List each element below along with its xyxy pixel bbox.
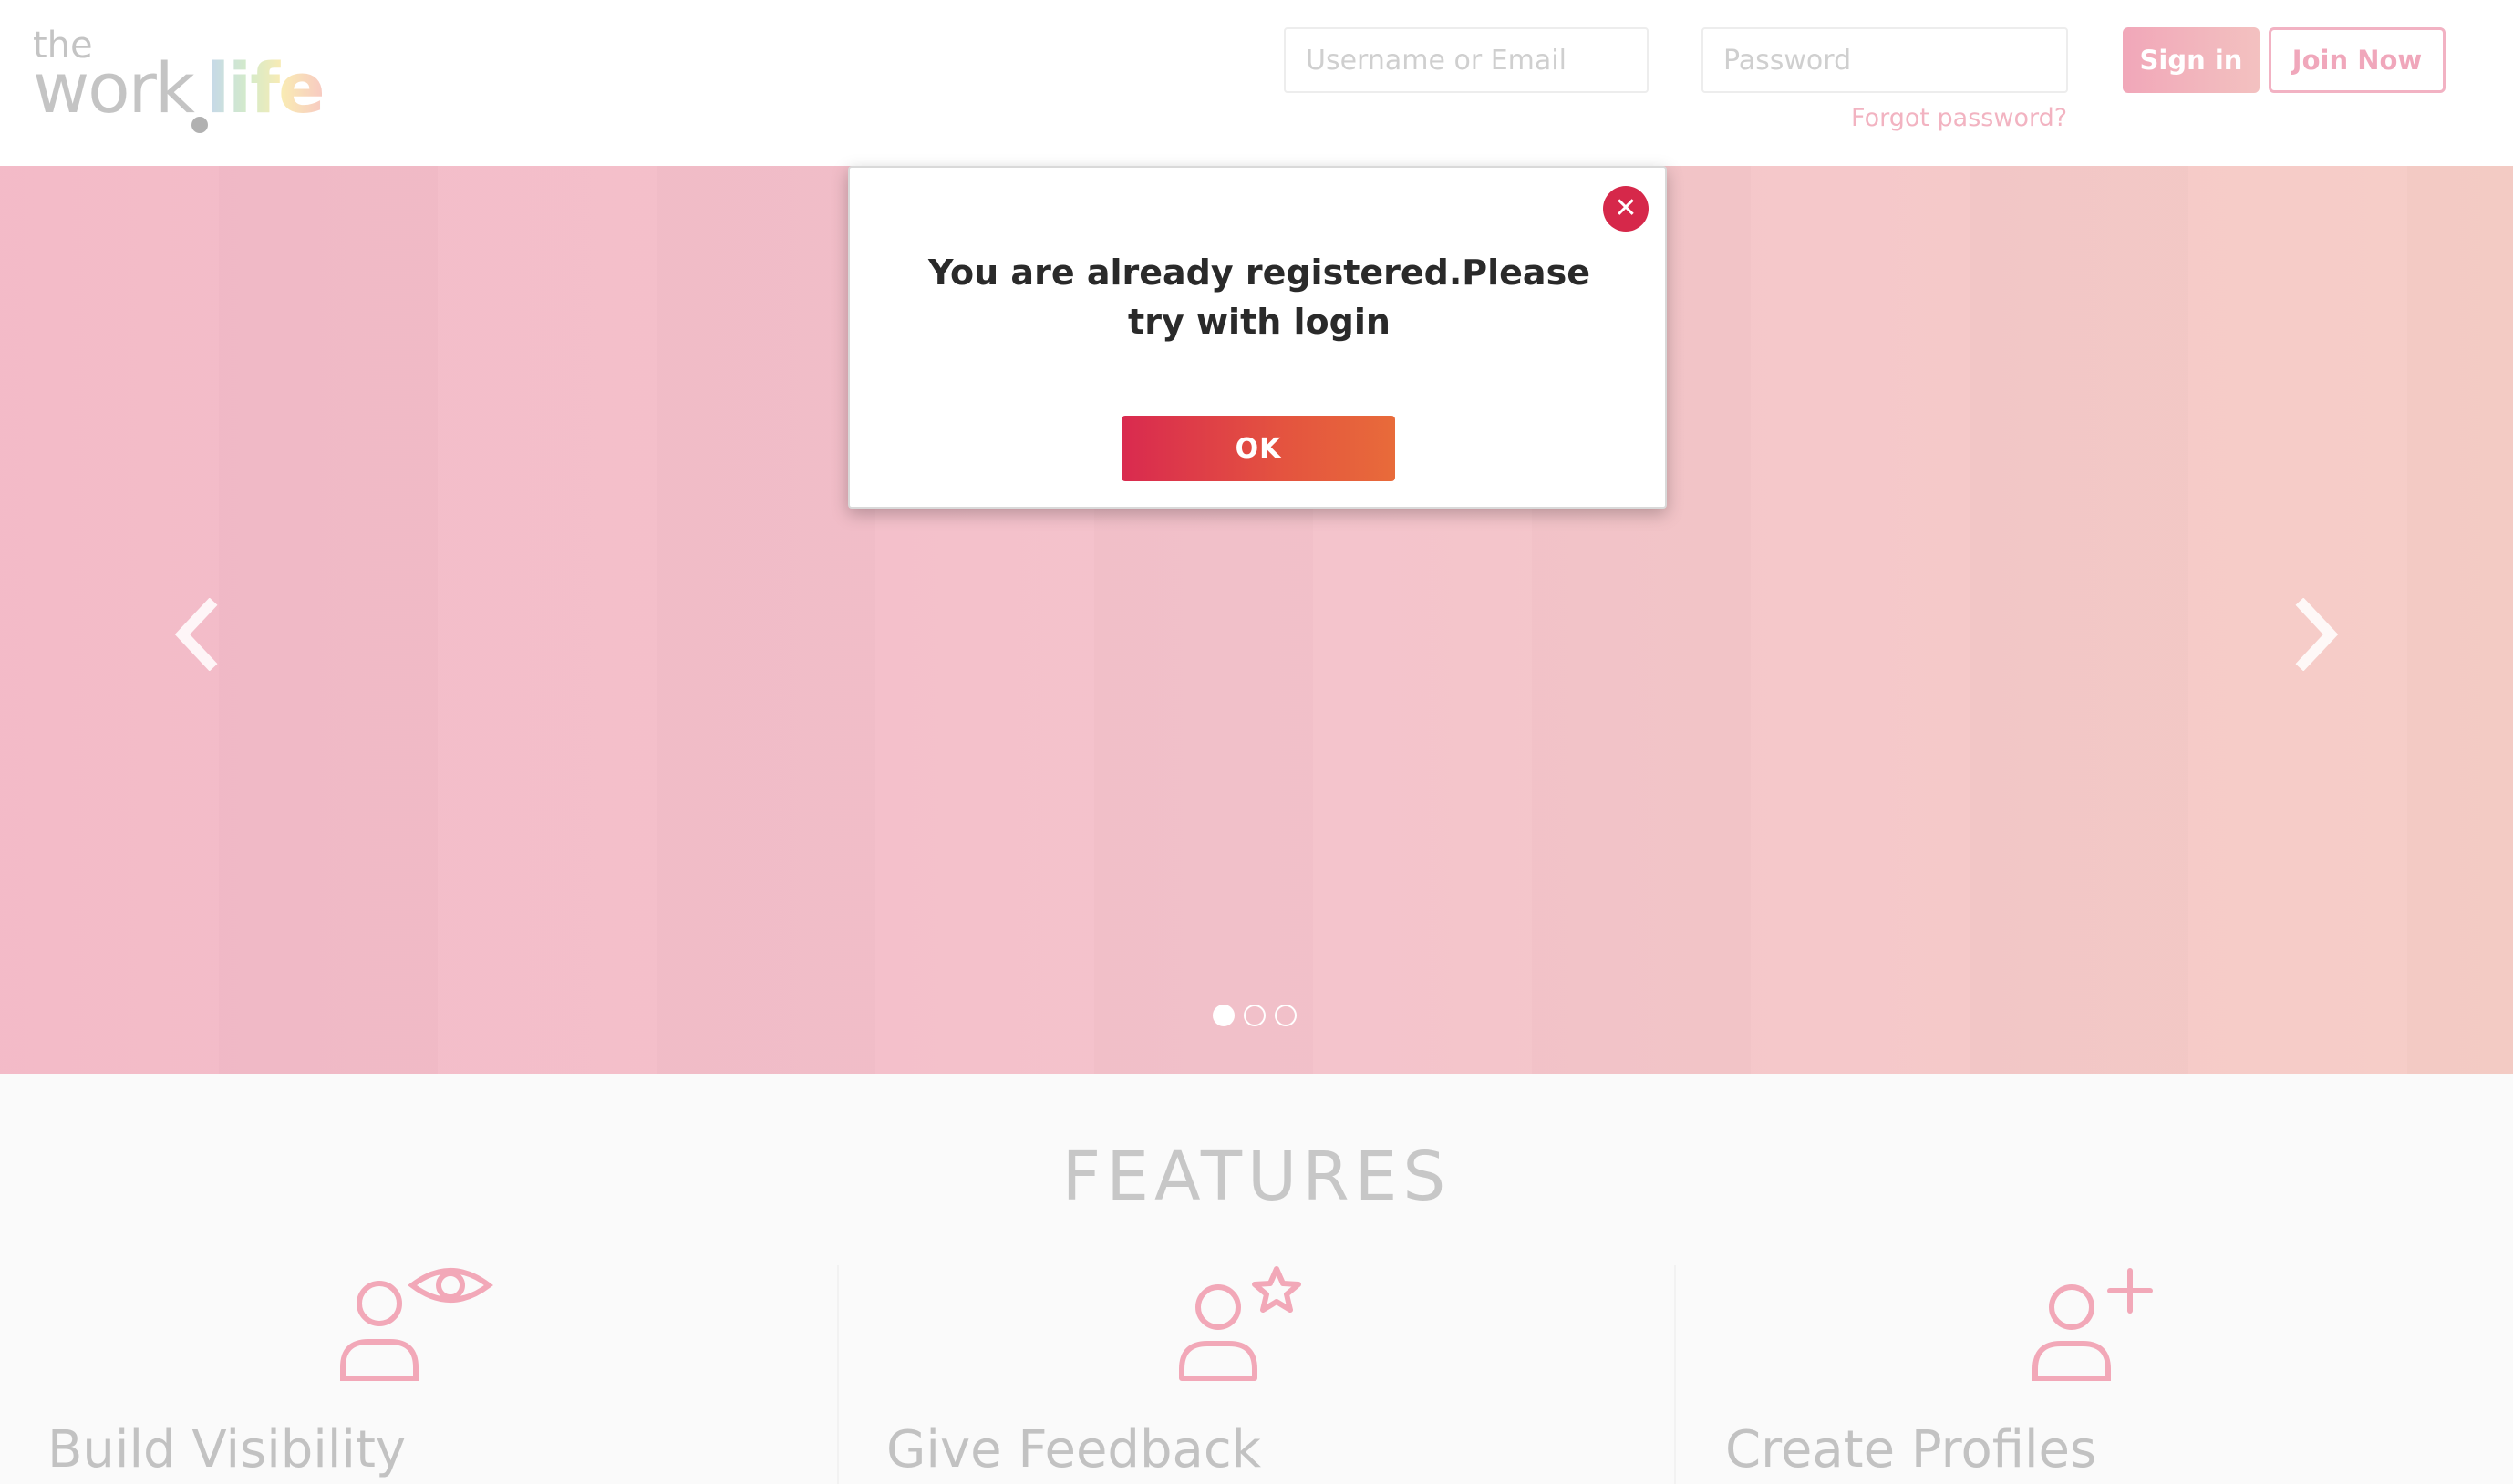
feature-title: Give Feedback bbox=[886, 1420, 1262, 1479]
carousel-indicator-3[interactable] bbox=[1275, 1005, 1297, 1026]
forgot-password-link[interactable]: Forgot password? bbox=[1851, 104, 2067, 132]
join-now-button[interactable]: Join Now bbox=[2269, 27, 2446, 93]
close-button[interactable]: ✕ bbox=[1603, 186, 1649, 232]
feature-create-profiles: Create Profiles bbox=[1674, 1265, 2513, 1484]
feature-title: Create Profiles bbox=[1725, 1420, 2097, 1479]
top-header: the work life Forgot password? Sign in J… bbox=[0, 0, 2513, 166]
features-section: FEATURES Build Visibility Give Feedback bbox=[0, 1074, 2513, 1484]
username-input[interactable] bbox=[1284, 27, 1649, 93]
carousel-indicator-1[interactable] bbox=[1213, 1005, 1235, 1026]
alert-modal: ✕ You are already registered.Please try … bbox=[848, 166, 1667, 509]
chevron-left-icon bbox=[174, 597, 218, 672]
feature-give-feedback: Give Feedback bbox=[837, 1265, 1676, 1484]
sign-in-button[interactable]: Sign in bbox=[2123, 27, 2260, 93]
modal-message: You are already registered.Please try wi… bbox=[928, 252, 1590, 342]
feature-title: Build Visibility bbox=[47, 1420, 407, 1479]
user-plus-icon bbox=[2032, 1268, 2153, 1381]
features-title: FEATURES bbox=[1061, 1138, 1452, 1216]
chevron-right-icon bbox=[2295, 597, 2339, 672]
logo-work: work bbox=[33, 47, 195, 129]
carousel-indicators bbox=[1213, 1005, 1297, 1026]
carousel-indicator-2[interactable] bbox=[1244, 1005, 1266, 1026]
close-icon: ✕ bbox=[1614, 192, 1638, 224]
logo-life: life bbox=[206, 47, 326, 129]
user-eye-icon bbox=[340, 1268, 493, 1381]
ok-button[interactable]: OK bbox=[1122, 416, 1395, 481]
user-star-icon bbox=[1179, 1266, 1301, 1381]
carousel-prev-button[interactable] bbox=[170, 597, 224, 672]
carousel-next-button[interactable] bbox=[2289, 597, 2343, 672]
feature-build-visibility: Build Visibility bbox=[0, 1265, 839, 1484]
password-input[interactable] bbox=[1701, 27, 2068, 93]
logo[interactable]: the work life bbox=[33, 27, 326, 133]
